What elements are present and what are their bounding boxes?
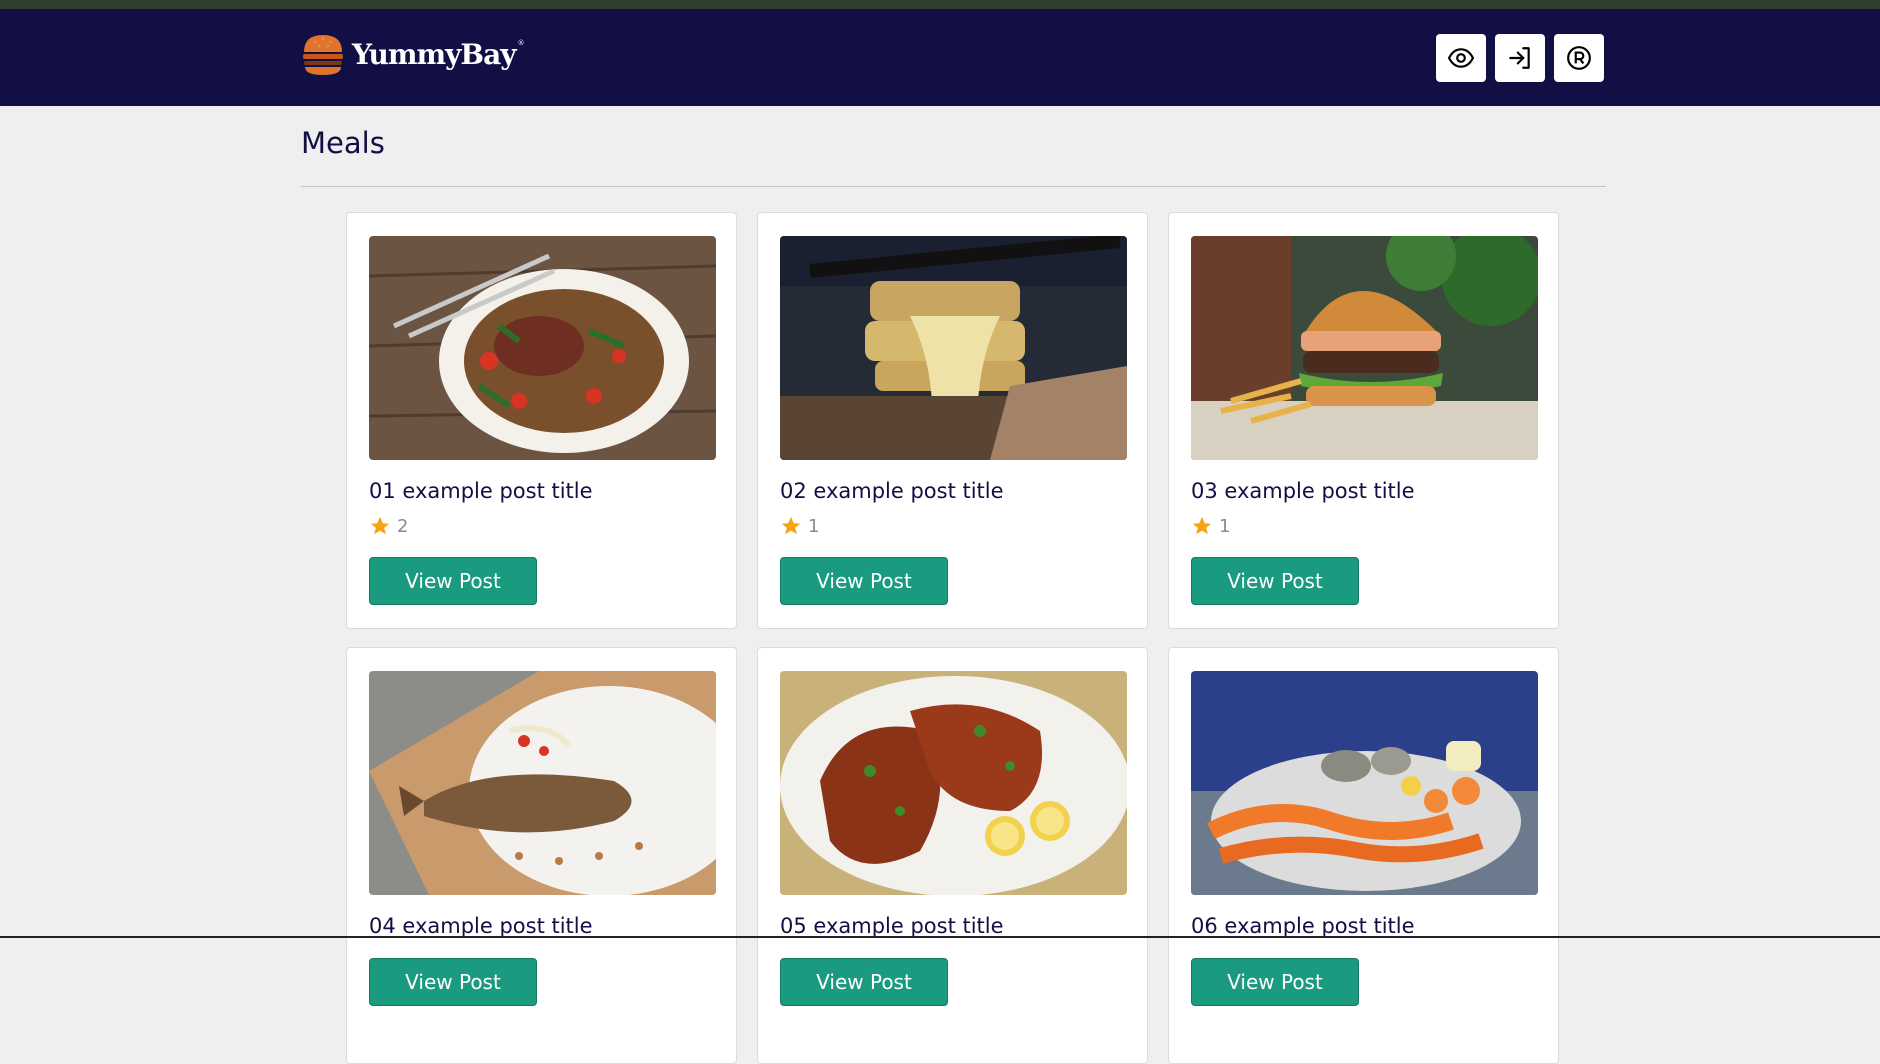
login-icon — [1509, 47, 1530, 69]
post-image[interactable] — [1191, 671, 1538, 895]
registered-icon — [1567, 46, 1591, 70]
header-actions — [1436, 34, 1604, 82]
burger-logo-icon — [303, 35, 343, 75]
view-post-button[interactable]: View Post — [1191, 557, 1359, 605]
post-title[interactable]: 06 example post title — [1191, 914, 1536, 938]
login-button[interactable] — [1495, 34, 1545, 82]
post-title[interactable]: 01 example post title — [369, 479, 714, 503]
rating-count: 1 — [1219, 515, 1231, 537]
view-post-button[interactable]: View Post — [780, 958, 948, 1006]
post-title[interactable]: 03 example post title — [1191, 479, 1536, 503]
post-title[interactable]: 05 example post title — [780, 914, 1125, 938]
post-image[interactable] — [369, 236, 716, 460]
post-rating: 1 — [780, 515, 1125, 537]
page-title: Meals — [301, 126, 385, 160]
brand-name: YummyBay — [352, 37, 517, 71]
title-divider — [301, 186, 1606, 187]
post-card: 03 example post title 1 View Post — [1168, 212, 1559, 629]
register-button[interactable] — [1554, 34, 1604, 82]
post-card: 02 example post title 1 View Post — [757, 212, 1148, 629]
rating-count: 2 — [397, 515, 409, 537]
star-icon — [370, 516, 390, 535]
post-image[interactable] — [780, 671, 1127, 895]
view-post-button[interactable]: View Post — [1191, 958, 1359, 1006]
post-title[interactable]: 04 example post title — [369, 914, 714, 938]
site-header: YummyBay ® — [0, 9, 1880, 106]
rating-count: 1 — [808, 515, 820, 537]
post-card: 04 example post title View Post — [346, 647, 737, 1064]
browser-top-strip — [0, 0, 1880, 9]
star-icon — [1192, 516, 1212, 535]
post-rating: 1 — [1191, 515, 1536, 537]
post-image[interactable] — [369, 671, 716, 895]
post-card: 05 example post title View Post — [757, 647, 1148, 1064]
view-post-button[interactable]: View Post — [369, 958, 537, 1006]
brand-logo[interactable]: YummyBay ® — [300, 31, 525, 77]
post-title[interactable]: 02 example post title — [780, 479, 1125, 503]
view-post-button[interactable]: View Post — [780, 557, 948, 605]
eye-icon — [1448, 48, 1474, 68]
post-card: 01 example post title 2 View Post — [346, 212, 737, 629]
view-post-button[interactable]: View Post — [369, 557, 537, 605]
post-card: 06 example post title View Post — [1168, 647, 1559, 1064]
view-button[interactable] — [1436, 34, 1486, 82]
post-image[interactable] — [1191, 236, 1538, 460]
post-rating: 2 — [369, 515, 714, 537]
star-icon — [781, 516, 801, 535]
brand-registered-mark: ® — [517, 39, 525, 47]
post-image[interactable] — [780, 236, 1127, 460]
page-heading: Meals — [301, 106, 1606, 187]
